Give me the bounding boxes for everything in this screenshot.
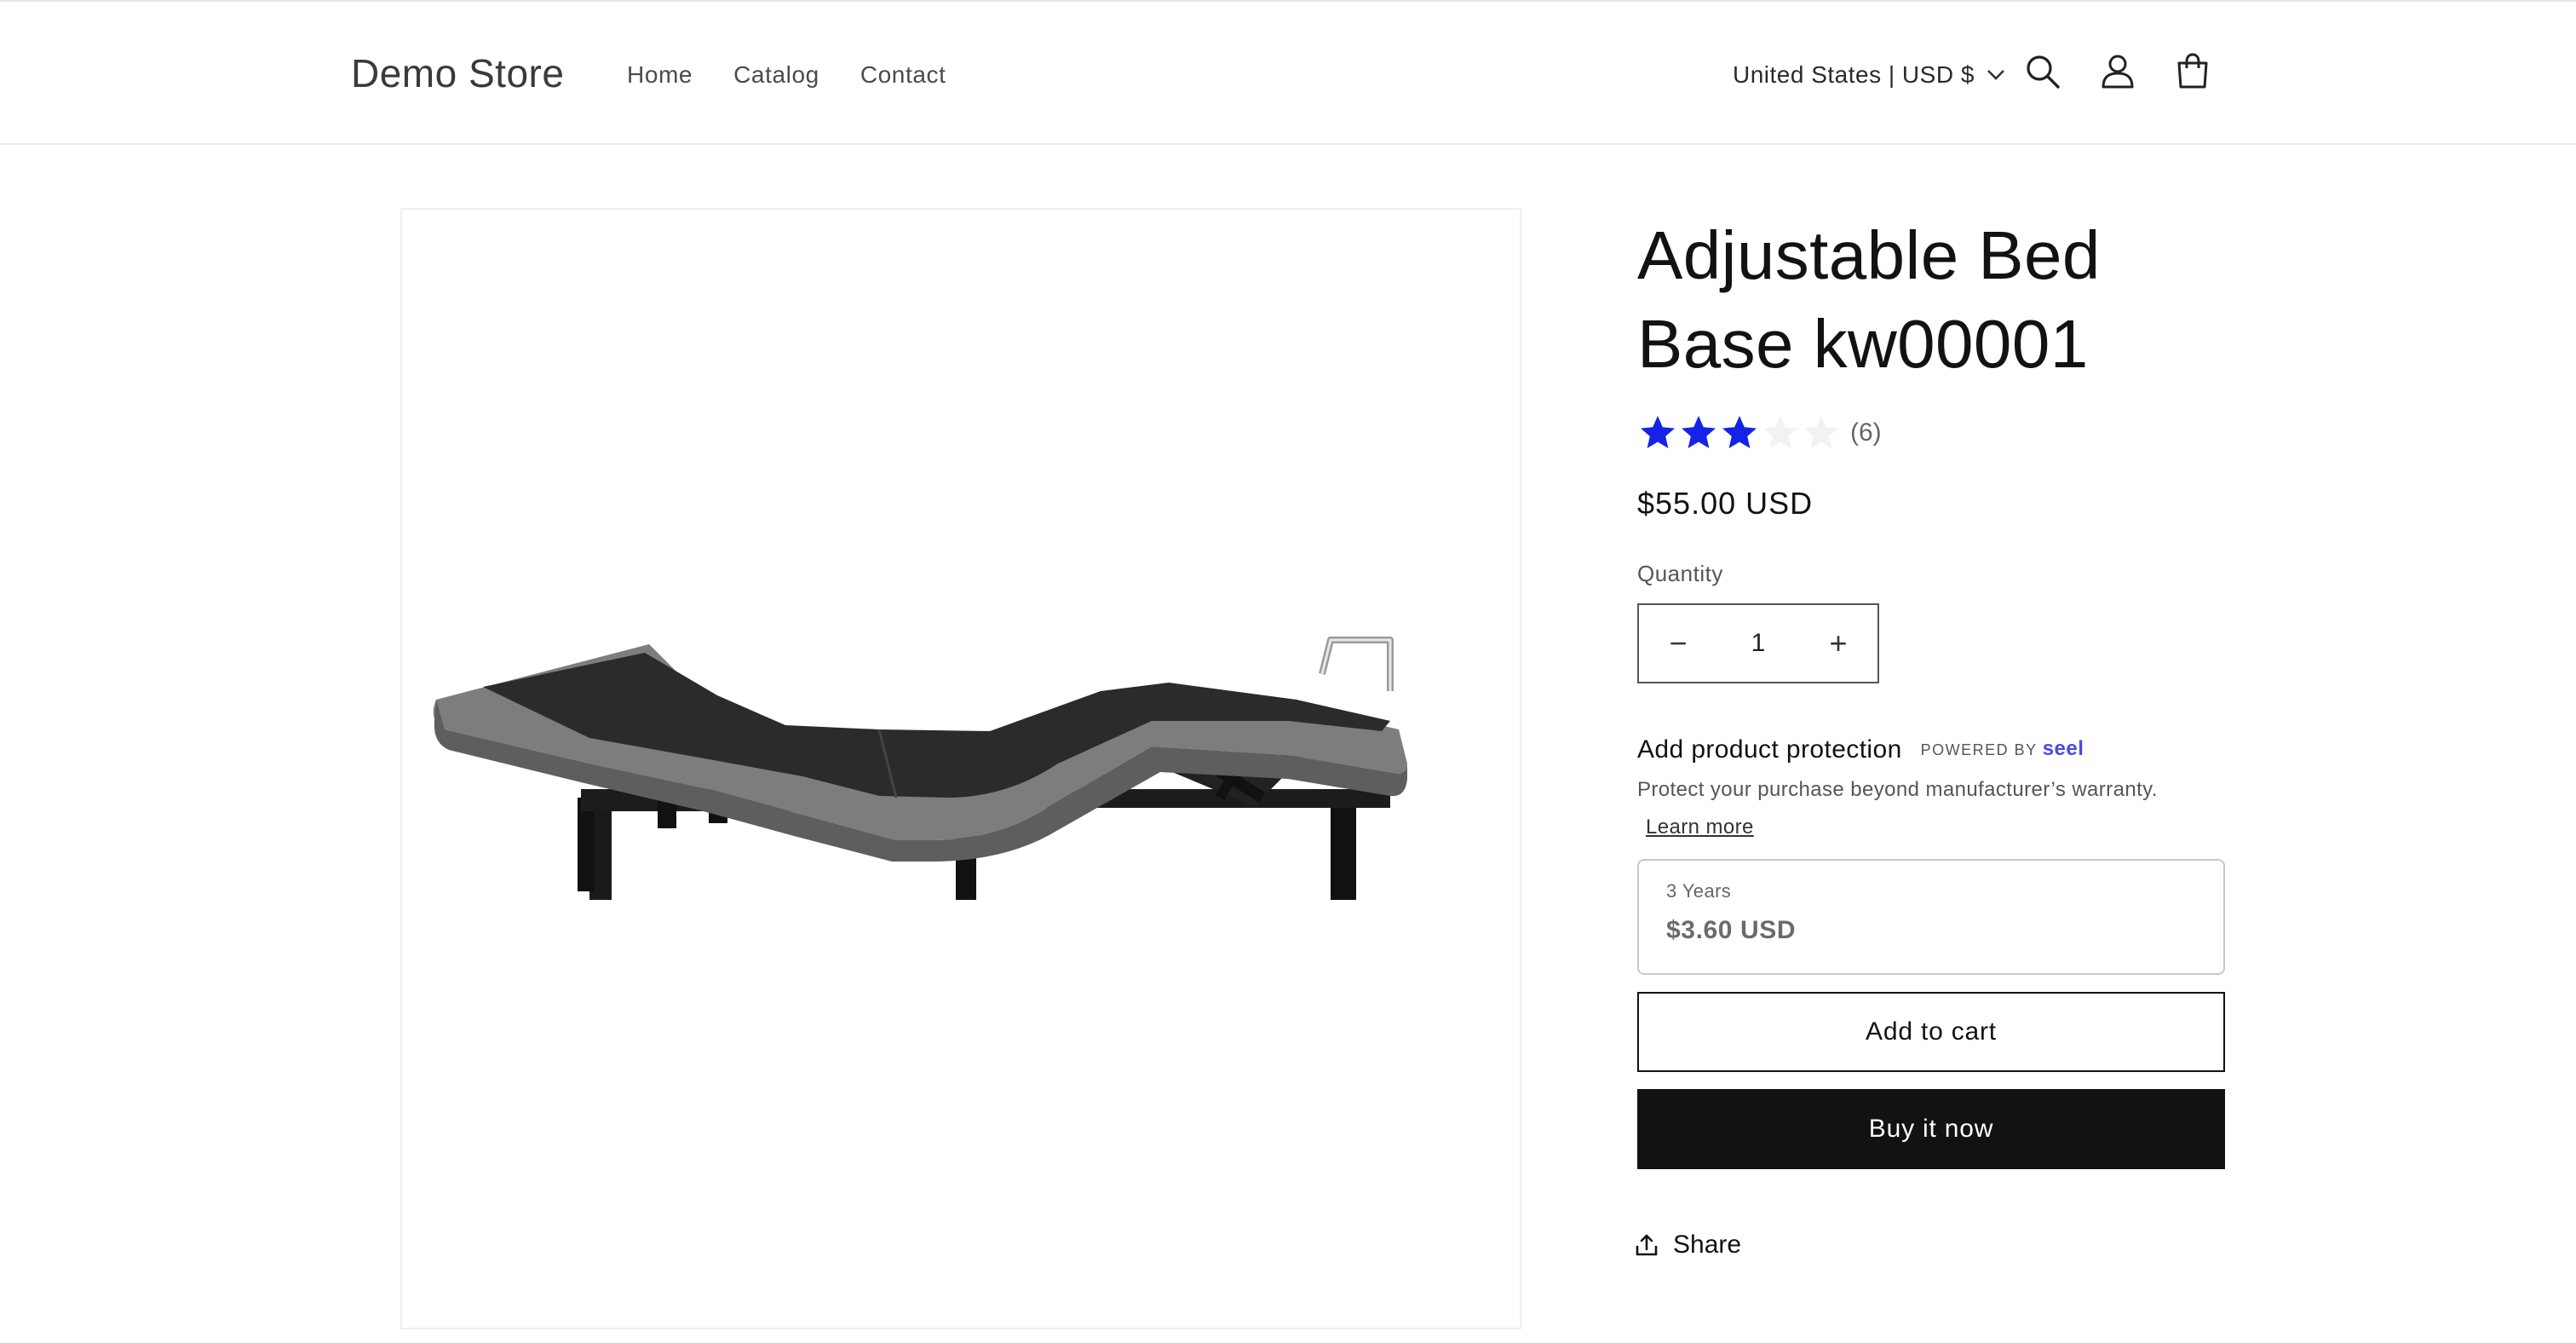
chevron-down-icon <box>1987 70 2004 80</box>
protection-description: Protect your purchase beyond manufacture… <box>1637 778 2158 801</box>
cart-button[interactable] <box>2172 51 2213 92</box>
buy-now-button[interactable]: Buy it now <box>1637 1089 2225 1169</box>
star-empty-icon <box>1804 416 1838 448</box>
quantity-label: Quantity <box>1637 561 1723 586</box>
locale-label: United States | USD $ <box>1733 61 1975 88</box>
cart-icon <box>2177 53 2208 89</box>
quantity-stepper: − 1 + <box>1637 603 1879 683</box>
add-to-cart-button[interactable]: Add to cart <box>1637 992 2225 1072</box>
seel-logo: seel <box>2042 737 2084 760</box>
search-button[interactable] <box>2022 51 2063 92</box>
nav-home[interactable]: Home <box>627 58 693 92</box>
protection-plan-option[interactable]: 3 Years $3.60 USD <box>1637 859 2225 975</box>
star-filled-icon <box>1722 416 1757 448</box>
nav-catalog[interactable]: Catalog <box>733 58 819 92</box>
share-button[interactable]: Share <box>1634 1231 1741 1259</box>
star-empty-icon <box>1763 416 1797 448</box>
star-filled-icon <box>1641 416 1675 448</box>
account-icon <box>2102 55 2134 89</box>
adjustable-bed-image <box>433 637 1408 900</box>
locale-selector[interactable]: United States | USD $ <box>1733 58 2005 92</box>
powered-by-badge: POWERED BY seel <box>1921 731 2084 768</box>
review-count[interactable]: (6) <box>1850 412 1882 453</box>
learn-more-link[interactable]: Learn more <box>1646 813 1754 842</box>
decrease-quantity-button[interactable]: − <box>1639 605 1717 682</box>
quantity-input[interactable]: 1 <box>1751 629 1766 658</box>
protection-heading: Add product protection POWERED BY seel <box>1637 731 2084 768</box>
protection-title: Add product protection <box>1637 735 1902 764</box>
store-logo[interactable]: Demo Store <box>351 48 564 99</box>
share-icon <box>1636 1234 1658 1256</box>
product-price: $55.00 USD <box>1637 486 1814 521</box>
star-rating[interactable]: (6) <box>1637 412 1882 453</box>
star-filled-icon <box>1682 416 1716 448</box>
main-nav: Home Catalog Contact <box>627 58 946 92</box>
increase-quantity-button[interactable]: + <box>1799 605 1877 682</box>
product-title: Adjustable Bed Base kw00001 <box>1637 217 2101 382</box>
search-icon <box>2027 55 2060 89</box>
plan-term: 3 Years <box>1666 880 1732 902</box>
powered-by-label: POWERED BY <box>1920 741 2038 758</box>
product-image[interactable] <box>400 208 1521 1329</box>
site-header: Demo Store Home Catalog Contact United S… <box>0 0 2576 145</box>
nav-contact[interactable]: Contact <box>860 58 946 92</box>
plan-price: $3.60 USD <box>1666 916 1797 944</box>
account-button[interactable] <box>2097 51 2138 92</box>
share-label: Share <box>1673 1231 1742 1259</box>
